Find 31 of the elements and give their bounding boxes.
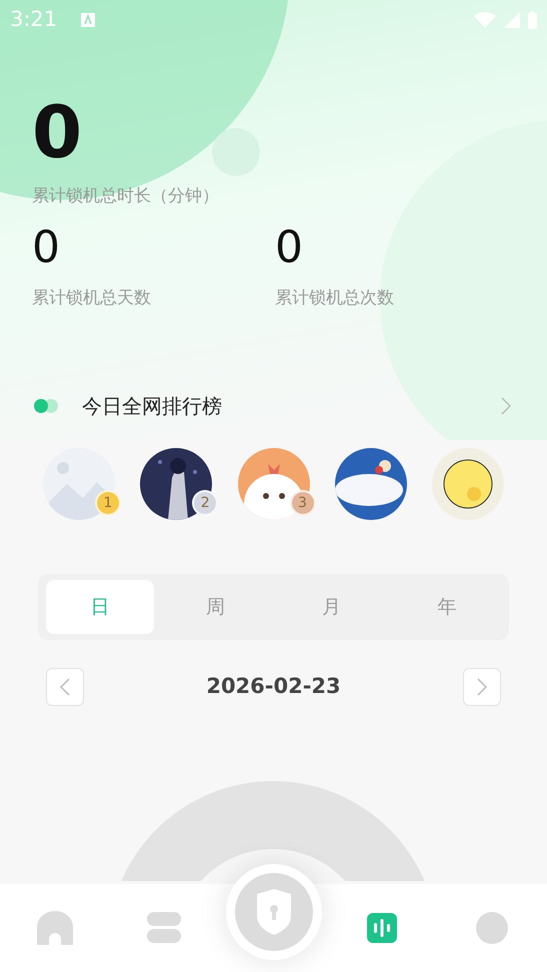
signal-icon bbox=[504, 12, 520, 28]
total-duration-value: 0 bbox=[32, 90, 82, 174]
list-icon bbox=[147, 912, 181, 944]
rank-badge: 2 bbox=[192, 490, 218, 516]
wifi-icon bbox=[474, 12, 496, 28]
rank-badge: 1 bbox=[95, 490, 121, 516]
shield-lock-icon bbox=[234, 872, 314, 952]
period-tab[interactable]: 日 bbox=[46, 580, 154, 634]
chevron-right-icon bbox=[476, 678, 487, 696]
period-tab[interactable]: 年 bbox=[393, 580, 501, 634]
period-tab[interactable]: 月 bbox=[278, 580, 386, 634]
nav-tab[interactable] bbox=[35, 908, 75, 948]
total-duration-label: 累计锁机总时长（分钟） bbox=[32, 186, 219, 206]
period-tab[interactable]: 周 bbox=[162, 580, 270, 634]
stat-label: 累计锁机总天数 bbox=[32, 288, 151, 308]
ranking-title: 今日全网排行榜 bbox=[82, 393, 222, 420]
previous-date-button[interactable] bbox=[46, 668, 84, 706]
next-date-button[interactable] bbox=[462, 668, 501, 706]
profile-icon bbox=[476, 912, 508, 944]
stat-label: 累计锁机总次数 bbox=[275, 288, 394, 308]
chevron-right-icon[interactable] bbox=[501, 397, 511, 415]
status-time: 3:21 bbox=[10, 6, 58, 34]
chart-icon bbox=[367, 913, 397, 943]
stat-value: 0 bbox=[32, 222, 60, 272]
chevron-left-icon bbox=[60, 678, 70, 696]
home-icon bbox=[37, 911, 73, 945]
battery-icon bbox=[528, 11, 537, 29]
keyboard-icon bbox=[81, 13, 96, 27]
date-label: 2026-02-23 bbox=[206, 673, 341, 700]
stat-value: 0 bbox=[275, 222, 303, 272]
toggle-dots-icon bbox=[34, 399, 58, 413]
